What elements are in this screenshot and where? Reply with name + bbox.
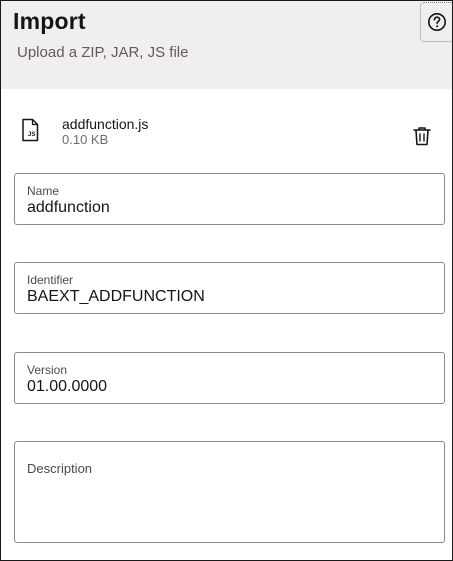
file-name: addfunction.js bbox=[62, 116, 149, 132]
version-field[interactable]: Version 01.00.0000 bbox=[14, 352, 445, 404]
file-size: 0.10 KB bbox=[62, 132, 109, 147]
js-file-icon-label: JS bbox=[28, 132, 35, 138]
name-field[interactable]: Name addfunction bbox=[14, 173, 445, 225]
version-field-value[interactable]: 01.00.0000 bbox=[27, 378, 107, 396]
question-circle-icon bbox=[428, 13, 446, 31]
dialog-subtitle: Upload a ZIP, JAR, JS file bbox=[17, 44, 189, 61]
version-field-label: Version bbox=[27, 363, 68, 377]
identifier-field-value[interactable]: BAEXT_ADDFUNCTION bbox=[27, 288, 205, 306]
dialog-header: Import Upload a ZIP, JAR, JS file bbox=[1, 1, 452, 89]
delete-file-button[interactable] bbox=[410, 123, 434, 149]
import-dialog: Import Upload a ZIP, JAR, JS file JS add… bbox=[0, 0, 453, 561]
js-file-icon: JS bbox=[22, 118, 39, 142]
uploaded-file-row: JS addfunction.js 0.10 KB bbox=[1, 107, 452, 157]
identifier-field[interactable]: Identifier BAEXT_ADDFUNCTION bbox=[14, 262, 445, 314]
trash-icon bbox=[413, 127, 431, 146]
dialog-title: Import bbox=[13, 8, 86, 34]
identifier-field-label: Identifier bbox=[27, 273, 74, 287]
help-button[interactable] bbox=[420, 2, 452, 42]
description-field-label: Description bbox=[27, 461, 93, 476]
name-field-label: Name bbox=[27, 184, 60, 198]
description-field[interactable]: Description bbox=[14, 441, 445, 543]
name-field-value[interactable]: addfunction bbox=[27, 199, 110, 217]
